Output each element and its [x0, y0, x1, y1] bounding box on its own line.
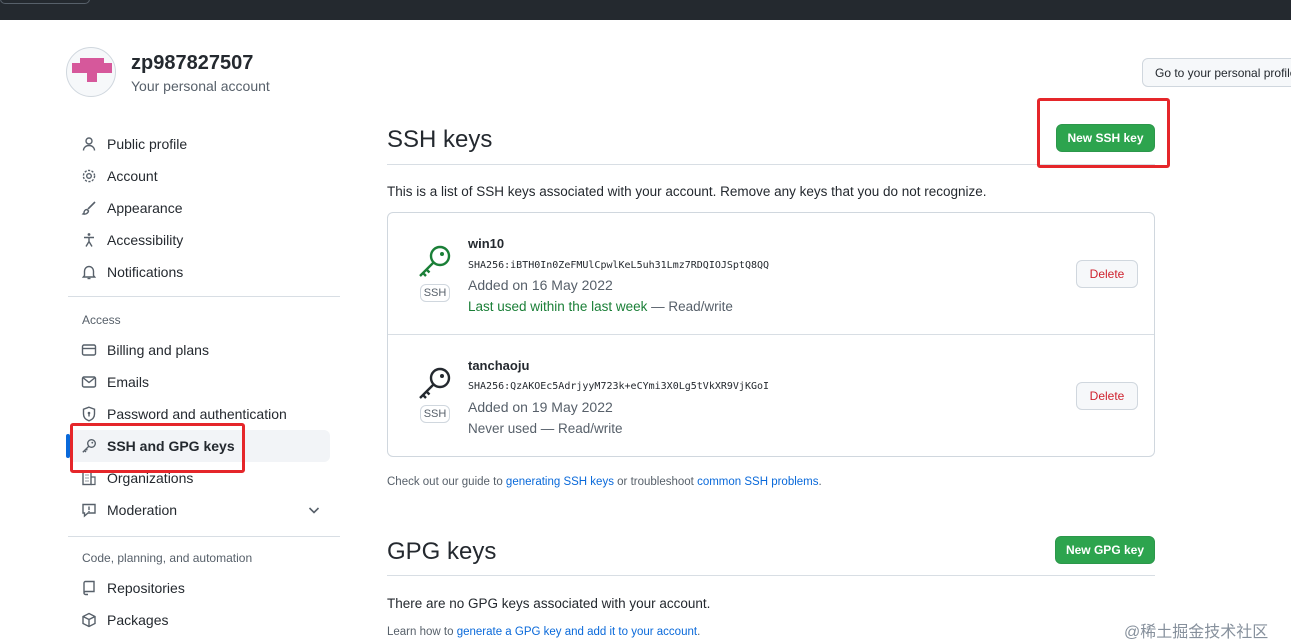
sidebar-heading-access: Access — [82, 313, 121, 327]
ssh-tag: SSH — [420, 284, 450, 302]
new-gpg-key-button[interactable]: New GPG key — [1055, 536, 1155, 564]
report-icon — [80, 501, 98, 519]
key-icon — [419, 367, 451, 399]
gpg-empty-text: There are no GPG keys associated with yo… — [387, 596, 711, 611]
key-usage: Never used — Read/write — [468, 421, 623, 436]
ssh-tag: SSH — [420, 405, 450, 423]
sidebar-item-repositories[interactable]: Repositories — [80, 575, 185, 601]
guide-suffix: . — [818, 476, 822, 488]
accessibility-icon — [80, 231, 98, 249]
key-title: win10 — [468, 236, 505, 251]
guide-middle: or troubleshoot — [613, 476, 698, 488]
key-fingerprint: SHA256:iBTH0In0ZeFMUlCpwlKeL5uh31Lmz7RDQ… — [468, 260, 770, 271]
account-subtitle: Your personal account — [131, 78, 270, 94]
ssh-keys-title: SSH keys — [387, 126, 493, 153]
sidebar-divider — [68, 536, 340, 537]
sidebar-item-label: Public profile — [107, 136, 188, 152]
sidebar-item-label: Moderation — [107, 502, 178, 518]
sidebar-item-label: Accessibility — [107, 232, 184, 248]
generating-ssh-keys-link[interactable]: generating SSH keys — [506, 476, 614, 488]
key-row-divider — [388, 334, 1154, 335]
sidebar-item-appearance[interactable]: Appearance — [80, 195, 183, 221]
sidebar-item-billing[interactable]: Billing and plans — [80, 337, 209, 363]
avatar[interactable] — [66, 47, 116, 97]
sidebar-item-label: Password and authentication — [107, 406, 287, 422]
go-to-profile-button[interactable]: Go to your personal profile — [1142, 58, 1291, 87]
ssh-description: This is a list of SSH keys associated wi… — [387, 184, 987, 199]
account-username: zp987827507 — [131, 52, 254, 74]
learn-suffix: . — [697, 626, 701, 638]
gpg-keys-title: GPG keys — [387, 538, 497, 565]
sidebar-item-moderation[interactable]: Moderation — [80, 497, 177, 523]
key-usage: Last used within the last week — Read/wr… — [468, 299, 733, 314]
sidebar-item-label: Packages — [107, 612, 169, 628]
sidebar-item-emails[interactable]: Emails — [80, 369, 149, 395]
key-added-date: Added on 19 May 2022 — [468, 399, 613, 415]
shield-lock-icon — [80, 405, 98, 423]
sidebar-heading-code-planning: Code, planning, and automation — [82, 551, 253, 565]
sidebar-item-account[interactable]: Account — [80, 163, 158, 189]
key-added-date: Added on 16 May 2022 — [468, 277, 613, 293]
key-icon — [419, 245, 451, 277]
guide-prefix: Check out our guide to — [387, 476, 506, 488]
sidebar-item-label: Emails — [107, 374, 150, 390]
learn-prefix: Learn how to — [387, 626, 457, 638]
credit-card-icon — [80, 341, 98, 359]
highlight-box-new-ssh-key — [1037, 98, 1170, 168]
top-navbar — [0, 0, 1291, 20]
ssh-guide-text: Check out our guide to generating SSH ke… — [387, 476, 822, 488]
chevron-down-icon[interactable] — [306, 502, 322, 518]
gpg-title-divider — [387, 575, 1155, 576]
bell-icon — [80, 263, 98, 281]
paintbrush-icon — [80, 199, 98, 217]
sidebar-item-label: Notifications — [107, 264, 184, 280]
sidebar-item-label: Appearance — [107, 200, 183, 216]
sidebar-item-notifications[interactable]: Notifications — [80, 259, 183, 285]
navbar-search-pill[interactable] — [0, 0, 90, 4]
mail-icon — [80, 373, 98, 391]
delete-key-button[interactable]: Delete — [1076, 260, 1138, 288]
delete-key-button[interactable]: Delete — [1076, 382, 1138, 410]
package-icon — [80, 611, 98, 629]
gpg-learn-text: Learn how to generate a GPG key and add … — [387, 626, 700, 638]
generate-gpg-key-link[interactable]: generate a GPG key and add it to your ac… — [457, 626, 697, 638]
sidebar-item-accessibility[interactable]: Accessibility — [80, 227, 183, 253]
key-access-level: — Read/write — [647, 299, 733, 314]
gear-icon — [80, 167, 98, 185]
sidebar-item-packages[interactable]: Packages — [80, 607, 168, 633]
sidebar-item-public-profile[interactable]: Public profile — [80, 131, 187, 157]
highlight-box-ssh-gpg-keys — [70, 423, 245, 473]
key-title: tanchaoju — [468, 358, 530, 373]
key-last-used: Last used within the last week — [468, 299, 648, 314]
sidebar-item-label: Billing and plans — [107, 342, 209, 358]
sidebar-item-label: Account — [107, 168, 158, 184]
watermark-text: @稀土掘金技术社区 — [1124, 624, 1269, 641]
key-access-level: Never used — Read/write — [468, 421, 623, 436]
person-icon — [80, 135, 98, 153]
sidebar-item-label: Repositories — [107, 580, 185, 596]
common-ssh-problems-link[interactable]: common SSH problems — [697, 476, 818, 488]
key-fingerprint: SHA256:QzAKOEc5AdrjyyM723k+eCYmi3X0Lg5tV… — [468, 381, 770, 392]
sidebar-divider — [68, 296, 340, 297]
repo-icon — [80, 579, 98, 597]
